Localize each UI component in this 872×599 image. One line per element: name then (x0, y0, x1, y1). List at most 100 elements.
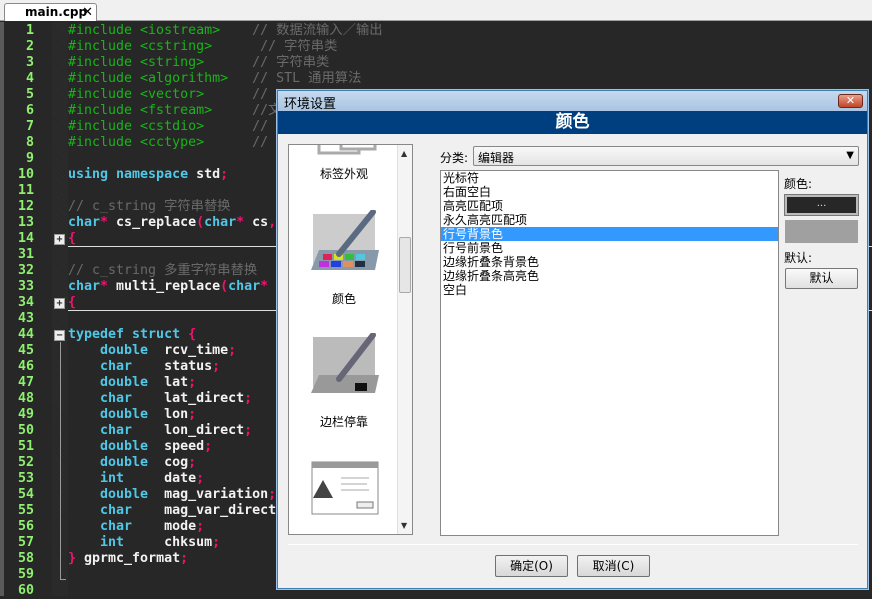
tab-bar: main.cpp ✕ (0, 0, 872, 21)
code-token-id: chksum (164, 535, 213, 550)
code-token-pp: #include <cctype> (68, 135, 205, 150)
code-token-cm: // 数据流输入／输出 (252, 23, 383, 38)
code-token-pu: * (236, 215, 245, 230)
divider (288, 544, 858, 545)
left-item-tab-appearance[interactable]: 标签外观 (289, 165, 399, 182)
category-select[interactable]: 编辑器 ▼ (473, 146, 859, 166)
code-token-pp: #include <cstdio> (68, 119, 205, 134)
fold-expand-icon[interactable]: + (54, 234, 65, 245)
code-token-kw: char (228, 279, 261, 294)
code-text: double lon; (68, 407, 196, 423)
code-token-pp: #include <vector> (68, 87, 205, 102)
line-number: 1 (25, 23, 34, 38)
left-panel-scrollbar[interactable]: ▲ ▼ (397, 145, 412, 534)
code-token-pp: #include <fstream> (68, 103, 213, 118)
code-token-cm: // 字符串类 (260, 39, 338, 54)
code-line[interactable]: 4 #include <algorithm> // STL 通用算法 (4, 71, 872, 87)
code-text: typedef struct { (68, 327, 196, 343)
tab-main-cpp[interactable]: main.cpp ✕ (4, 3, 97, 21)
code-token-pu: } (68, 551, 77, 566)
code-token-pp (212, 39, 260, 54)
code-token-kw: char (204, 215, 237, 230)
color-list-item[interactable]: 高亮匹配项 (441, 199, 778, 213)
code-text: char mag_var_direct (68, 503, 276, 519)
dialog-close-button[interactable]: ✕ (838, 94, 863, 108)
code-token-id: mag_variation (164, 487, 269, 502)
fold-expand-icon[interactable]: + (54, 298, 65, 309)
code-text: double mag_variation; (68, 487, 276, 503)
sidebar-dock-icon (311, 332, 381, 399)
color-list-item[interactable]: 右面空白 (441, 185, 778, 199)
category-value: 编辑器 (478, 151, 515, 165)
scroll-down-icon[interactable]: ▼ (401, 521, 407, 530)
line-number: 32 (17, 263, 34, 278)
close-tab-icon[interactable]: ✕ (82, 5, 93, 20)
color-list-item[interactable]: 光标符 (441, 171, 778, 185)
color-list-item[interactable]: 边缘折叠条高亮色 (441, 269, 778, 283)
color-list-item[interactable]: 边缘折叠条背景色 (441, 255, 778, 269)
code-token-id: lon_direct (164, 423, 245, 438)
line-number: 46 (17, 359, 34, 374)
code-token-pu: ; (212, 535, 221, 550)
code-text: using namespace std; (68, 167, 228, 183)
fold-collapse-icon[interactable]: − (54, 330, 65, 341)
scroll-up-icon[interactable]: ▲ (401, 149, 407, 158)
code-token-pu: ; (244, 391, 253, 406)
default-button[interactable]: 默认 (785, 268, 858, 289)
code-token-cm: // c_string 多重字符串替换 (68, 263, 258, 278)
code-text: double lat; (68, 375, 196, 391)
tab-title: main.cpp (25, 5, 88, 19)
code-text: // c_string 字符串替换 (68, 199, 231, 215)
ok-button[interactable]: 确定(O) (495, 555, 568, 577)
left-item-color[interactable]: 颜色 (289, 290, 399, 307)
code-token-cm: // (252, 135, 269, 150)
code-token-pu: { (188, 327, 197, 342)
line-number: 14 (17, 231, 34, 246)
line-number: 49 (17, 407, 34, 422)
line-number: 34 (17, 295, 34, 310)
cancel-button[interactable]: 取消(C) (577, 555, 650, 577)
line-number: 56 (17, 519, 34, 534)
code-token-pu: * (100, 279, 109, 294)
color-list-item[interactable]: 行号背景色 (441, 227, 778, 241)
code-line[interactable]: 1 #include <iostream> // 数据流输入／输出 (4, 23, 872, 39)
code-token-kw: double (68, 375, 165, 390)
line-number: 51 (17, 439, 34, 454)
color-palette-icon (311, 209, 381, 276)
code-token-pu: ; (228, 343, 237, 358)
code-token-pu: ; (244, 423, 253, 438)
code-token-pu: ( (196, 215, 205, 230)
line-number: 2 (25, 39, 34, 54)
code-text: { (68, 231, 76, 247)
line-number: 44 (17, 327, 34, 342)
code-token-pu: ; (196, 519, 205, 534)
code-token-pp (204, 119, 252, 134)
code-text: { (68, 295, 76, 311)
code-line[interactable]: 2 #include <cstring> // 字符串类 (4, 39, 872, 55)
left-item-sidebar-dock[interactable]: 边栏停靠 (289, 413, 399, 430)
code-token-pp: #include <algorithm> (68, 71, 229, 86)
code-token-id: lat_direct (164, 391, 245, 406)
dialog-titlebar[interactable]: 环境设置 (278, 91, 867, 112)
line-number: 33 (17, 279, 34, 294)
scrollbar-thumb[interactable] (399, 237, 411, 293)
color-item-list[interactable]: 光标符 右面空白 高亮匹配项 永久高亮匹配项 行号背景色 行号前景色 边缘折叠条背景色 边缘折… (440, 170, 779, 536)
code-token-pu: * (260, 279, 269, 294)
chevron-down-icon: ▼ (846, 150, 854, 161)
code-text: double rcv_time; (68, 343, 236, 359)
color-list-item[interactable]: 空白 (441, 283, 778, 297)
color-list-item[interactable]: 永久高亮匹配项 (441, 213, 778, 227)
line-number: 6 (25, 103, 34, 118)
line-number: 47 (17, 375, 34, 390)
code-token-kw: char (68, 391, 165, 406)
code-token-id: mode (164, 519, 197, 534)
category-icon-list[interactable]: 标签外观 颜色 边栏停靠 ▲ ▼ (288, 144, 413, 535)
code-line[interactable]: 3 #include <string> // 字符串类 (4, 55, 872, 71)
dialog-title: 环境设置 (284, 97, 337, 112)
code-token-id: mag_var_direct (164, 503, 277, 518)
code-text: char mode; (68, 519, 204, 535)
color-picker-button[interactable]: ... (784, 194, 859, 216)
line-number: 12 (17, 199, 34, 214)
color-list-item[interactable]: 行号前景色 (441, 241, 778, 255)
code-text: char* cs_replace(char* cs, (68, 215, 276, 231)
